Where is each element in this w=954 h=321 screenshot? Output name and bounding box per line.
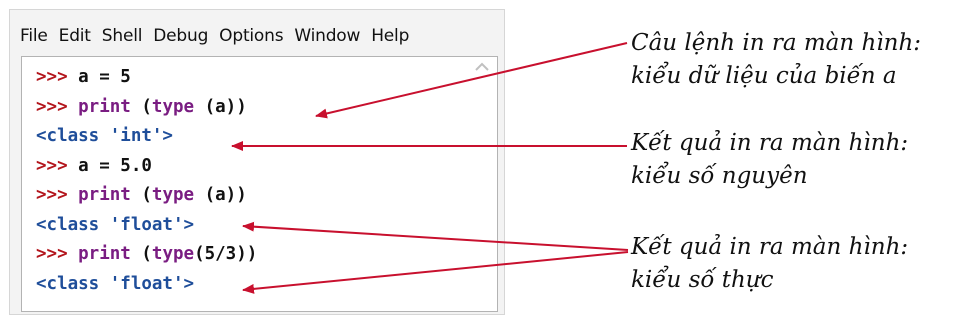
code-line: >>> a = 5.0 (36, 152, 257, 182)
menu-shell[interactable]: Shell (102, 26, 143, 46)
code-line: <class 'float'> (36, 270, 257, 300)
keyword-text: type (151, 244, 195, 264)
output-text: <class 'float'> (36, 214, 195, 235)
keyword-text: print (67, 96, 131, 117)
code-text: ( (130, 185, 152, 205)
keyword-text: print (67, 244, 131, 264)
annotation-int-result: Kết quả in ra màn hình: kiểu số nguyên (631, 127, 908, 193)
annotation-line: Kết quả in ra màn hình: (631, 130, 909, 156)
prompt-marker: >>> (36, 96, 68, 117)
shell-code: >>> a = 5 >>> print (type (a)) <class 'int… (36, 63, 257, 299)
annotation-line: kiểu số nguyên (631, 163, 808, 189)
output-text: <class 'int'> (36, 126, 173, 146)
menu-debug[interactable]: Debug (153, 26, 208, 46)
code-text: a = 5.0 (67, 155, 152, 176)
idle-shell-window: File Edit Shell Debug Options Window Hel… (9, 9, 505, 315)
shell-output-area[interactable]: >>> a = 5 >>> print (type (a)) <class 'int… (21, 56, 498, 312)
code-text: (5/3)) (194, 244, 258, 264)
code-text: ( (130, 96, 152, 117)
keyword-text: type (151, 185, 195, 205)
menu-file[interactable]: File (20, 26, 48, 46)
prompt-marker: >>> (36, 155, 68, 176)
prompt-marker: >>> (36, 185, 68, 205)
annotation-line: kiểu số thực (631, 267, 774, 293)
annotation-print-statement: Câu lệnh in ra màn hình: kiểu dữ liệu củ… (631, 27, 921, 93)
code-line: <class 'int'> (36, 122, 257, 152)
prompt-marker: >>> (36, 244, 68, 264)
code-line: >>> print (type(5/3)) (36, 240, 257, 270)
menu-edit[interactable]: Edit (59, 26, 91, 46)
menu-options[interactable]: Options (219, 26, 283, 46)
annotation-line: Kết quả in ra màn hình: (631, 234, 909, 260)
menu-bar: File Edit Shell Debug Options Window Hel… (20, 21, 409, 51)
code-line: >>> print (type (a)) (36, 181, 257, 211)
code-line: >>> print (type (a)) (36, 93, 257, 123)
chevron-up-icon[interactable] (473, 60, 491, 74)
prompt-marker: >>> (36, 67, 68, 87)
code-line: <class 'float'> (36, 211, 257, 241)
code-text: a = 5 (67, 67, 131, 87)
annotation-line: Câu lệnh in ra màn hình: (631, 30, 922, 56)
annotation-line: kiểu dữ liệu của biến a (631, 63, 897, 89)
menu-help[interactable]: Help (371, 26, 409, 46)
output-text: <class 'float'> (36, 273, 195, 294)
annotation-float-result: Kết quả in ra màn hình: kiểu số thực (631, 231, 908, 297)
menu-window[interactable]: Window (294, 26, 360, 46)
code-text: ( (130, 244, 152, 264)
code-line: >>> a = 5 (36, 63, 257, 93)
keyword-text: type (151, 96, 195, 117)
keyword-text: print (67, 185, 131, 205)
code-text: (a)) (194, 185, 247, 205)
code-text: (a)) (194, 96, 247, 117)
